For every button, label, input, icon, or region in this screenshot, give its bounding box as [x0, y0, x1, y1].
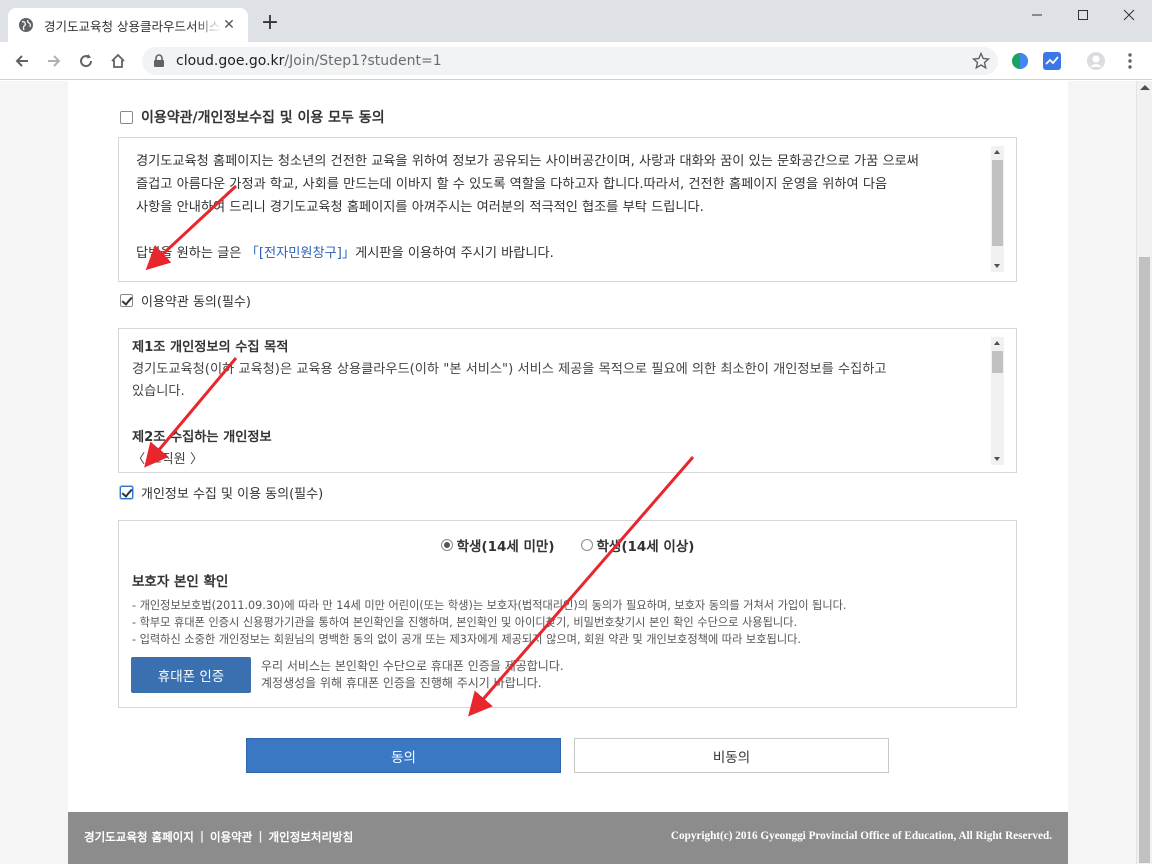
- privacy-article1-body: 경기도교육청(이하 교육청)은 교육용 상용클라우드(이하 "본 서비스") 서…: [132, 362, 887, 377]
- privacy-article1-title: 제1조 개인정보의 수집 목적: [132, 340, 289, 355]
- radio-over14-button[interactable]: [580, 539, 593, 551]
- terms-agree-label: 이용약관 동의(필수): [141, 295, 251, 310]
- privacy-article2-sub: 〈 교직원 〉: [132, 452, 204, 467]
- terms-paragraph: 즐겁고 아름다운 가정과 학교, 사회를 만드는데 이바지 할 수 있도록 역할…: [136, 177, 888, 192]
- close-icon: [1123, 9, 1135, 21]
- address-bar[interactable]: cloud.goe.go.kr/Join/Step1?student=1: [142, 47, 998, 75]
- scroll-down-icon[interactable]: [994, 264, 1000, 268]
- privacy-article1-body: 있습니다.: [132, 384, 185, 399]
- civil-complaint-link[interactable]: 「[전자민원창구]」: [246, 246, 355, 261]
- minimize-icon: [1032, 14, 1042, 16]
- arrow-right-icon: [48, 55, 61, 67]
- footer-copyright: Copyright(c) 2016 Gyeonggi Provincial Of…: [670, 830, 1052, 842]
- radio-under14[interactable]: 학생(14세 미만): [440, 535, 555, 555]
- reply-prefix: 답변을 원하는 글은: [136, 246, 246, 261]
- all-agree-checkbox[interactable]: [120, 110, 133, 124]
- terms-reply-line: 답변을 원하는 글은 「[전자민원창구]」게시판을 이용하여 주시기 바랍니다.: [136, 242, 976, 265]
- minimize-button[interactable]: [1014, 0, 1060, 30]
- privacy-agree-row[interactable]: 개인정보 수집 및 이용 동의(필수): [120, 483, 323, 502]
- terms-paragraph: 사항을 안내하여 드리니 경기도교육청 홈페이지를 아껴주시는 여러분의 적극적…: [136, 200, 704, 215]
- student-age-radio-group: 학생(14세 미만) 학생(14세 이상): [119, 535, 1016, 555]
- all-agree-row[interactable]: 이용약관/개인정보수집 및 이용 모두 동의: [120, 107, 385, 127]
- maximize-button[interactable]: [1060, 0, 1106, 30]
- agree-button[interactable]: 동의: [246, 738, 561, 773]
- browser-titlebar: 경기도교육청 상용클라우드서비스 ✕ +: [0, 0, 1152, 42]
- guardian-box: 학생(14세 미만) 학생(14세 이상) 보호자 본인 확인 - 개인정보보호…: [118, 520, 1017, 708]
- guardian-note: - 학부모 휴대폰 인증시 신용평가기관을 통하여 본인확인을 진행하며, 본인…: [132, 616, 798, 629]
- arrow-left-icon: [15, 55, 28, 67]
- close-window-button[interactable]: [1106, 0, 1152, 30]
- url-host: cloud.goe.go.kr: [176, 53, 285, 69]
- privacy-box[interactable]: 제1조 개인정보의 수집 목적 경기도교육청(이하 교육청)은 교육용 상용클라…: [118, 328, 1017, 473]
- footer-links: 경기도교육청 홈페이지 | 이용약관 | 개인정보처리방침: [84, 829, 353, 845]
- radio-under14-button[interactable]: [440, 539, 453, 551]
- scroll-down-icon[interactable]: [994, 457, 1000, 461]
- terms-scrollbar[interactable]: [991, 146, 1004, 272]
- footer-link-home[interactable]: 경기도교육청 홈페이지: [84, 829, 194, 845]
- privacy-scrollbar[interactable]: [991, 337, 1004, 465]
- extension-chart-icon[interactable]: [1042, 51, 1062, 71]
- url-path: /Join/Step1?student=1: [284, 53, 442, 69]
- bookmark-star-icon[interactable]: [972, 52, 990, 70]
- privacy-article2-title: 제2조 수집하는 개인정보: [132, 430, 272, 445]
- scroll-up-icon[interactable]: [994, 341, 1000, 345]
- page-scrollbar[interactable]: [1136, 81, 1152, 864]
- page-footer: 경기도교육청 홈페이지 | 이용약관 | 개인정보처리방침 Copyright(…: [68, 812, 1068, 864]
- terms-box[interactable]: 경기도교육청 홈페이지는 청소년의 건전한 교육을 위하여 정보가 공유되는 사…: [118, 137, 1017, 282]
- home-button[interactable]: [104, 47, 132, 75]
- reload-button[interactable]: [72, 47, 100, 75]
- radio-over14[interactable]: 학생(14세 이상): [580, 535, 695, 555]
- terms-content: 경기도교육청 홈페이지는 청소년의 건전한 교육을 위하여 정보가 공유되는 사…: [136, 150, 976, 265]
- page-scroll-thumb[interactable]: [1139, 257, 1150, 863]
- page-viewport: 이용약관/개인정보수집 및 이용 모두 동의 경기도교육청 홈페이지는 청소년의…: [0, 81, 1136, 864]
- guardian-notes: - 개인정보보호법(2011.09.30)에 따라 만 14세 미만 어린이(또…: [132, 597, 846, 648]
- disagree-button[interactable]: 비동의: [574, 738, 889, 773]
- reload-icon: [80, 54, 93, 68]
- scroll-up-icon[interactable]: [1140, 85, 1150, 90]
- footer-link-terms[interactable]: 이용약관: [210, 829, 252, 845]
- lock-icon: [154, 54, 164, 67]
- menu-kebab-icon[interactable]: [1120, 51, 1140, 71]
- phone-desc-line: 계정생성을 위해 휴대폰 인증을 진행해 주시기 바랍니다.: [261, 676, 542, 690]
- home-icon: [111, 53, 125, 68]
- new-tab-button[interactable]: +: [258, 12, 282, 36]
- phone-desc-line: 우리 서비스는 본인확인 수단으로 휴대폰 인증을 제공합니다.: [261, 659, 564, 673]
- extension-circle-icon[interactable]: [1010, 51, 1030, 71]
- phone-verify-description: 우리 서비스는 본인확인 수단으로 휴대폰 인증을 제공합니다. 계정생성을 위…: [261, 658, 564, 692]
- back-button[interactable]: [8, 47, 36, 75]
- scroll-up-icon[interactable]: [994, 150, 1000, 154]
- privacy-scroll-thumb[interactable]: [992, 351, 1003, 373]
- radio-over14-label: 학생(14세 이상): [596, 539, 695, 555]
- join-page: 이용약관/개인정보수집 및 이용 모두 동의 경기도교육청 홈페이지는 청소년의…: [68, 81, 1068, 864]
- guardian-title: 보호자 본인 확인: [132, 574, 229, 590]
- all-agree-label: 이용약관/개인정보수집 및 이용 모두 동의: [141, 110, 385, 126]
- radio-under14-label: 학생(14세 미만): [456, 539, 555, 555]
- footer-separator: |: [258, 829, 263, 843]
- reply-suffix: 게시판을 이용하여 주시기 바랍니다.: [355, 246, 554, 261]
- privacy-content: 제1조 개인정보의 수집 목적 경기도교육청(이하 교육청)은 교육용 상용클라…: [132, 337, 972, 471]
- privacy-agree-label: 개인정보 수집 및 이용 동의(필수): [141, 487, 324, 502]
- guardian-note: - 입력하신 소중한 개인정보는 회원님의 명백한 동의 없이 공개 또는 제3…: [132, 633, 801, 646]
- maximize-icon: [1078, 10, 1088, 20]
- footer-separator: |: [199, 829, 205, 843]
- terms-agree-checkbox[interactable]: [120, 294, 133, 307]
- phone-verify-button[interactable]: 휴대폰 인증: [131, 657, 251, 693]
- terms-paragraph: 경기도교육청 홈페이지는 청소년의 건전한 교육을 위하여 정보가 공유되는 사…: [136, 154, 919, 169]
- browser-toolbar: cloud.goe.go.kr/Join/Step1?student=1: [0, 42, 1152, 80]
- profile-avatar-icon[interactable]: [1086, 51, 1106, 71]
- browser-tab[interactable]: 경기도교육청 상용클라우드서비스 ✕: [8, 8, 248, 42]
- privacy-agree-checkbox[interactable]: [120, 486, 133, 499]
- guardian-note: - 개인정보보호법(2011.09.30)에 따라 만 14세 미만 어린이(또…: [132, 599, 847, 612]
- terms-agree-row[interactable]: 이용약관 동의(필수): [120, 291, 251, 310]
- tab-title: 경기도교육청 상용클라우드서비스: [44, 18, 221, 34]
- footer-link-privacy[interactable]: 개인정보처리방침: [269, 829, 354, 845]
- globe-icon: [19, 18, 33, 32]
- tab-close-icon[interactable]: ✕: [220, 16, 238, 34]
- terms-scroll-thumb[interactable]: [992, 160, 1003, 246]
- forward-button[interactable]: [40, 47, 68, 75]
